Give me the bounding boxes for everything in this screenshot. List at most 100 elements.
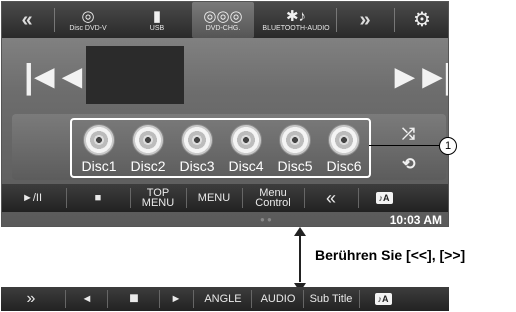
bluetooth-audio-icon: ✱♪: [285, 7, 307, 25]
alternate-control-bar: » ◄ ■ ► ANGLE AUDIO Sub Title ♪A: [1, 287, 449, 311]
arrow-line: [299, 234, 301, 282]
play-button[interactable]: ►: [161, 287, 191, 311]
disc-label: Disc1: [81, 158, 117, 174]
chevron-left-icon: «: [21, 8, 33, 31]
divider: [359, 290, 360, 308]
page-indicator: ● ●: [260, 215, 272, 224]
divider: [65, 290, 66, 308]
skip-previous-button[interactable]: |◄◄: [24, 58, 89, 97]
angle-button[interactable]: ANGLE: [195, 287, 251, 311]
divider: [358, 188, 359, 208]
divider: [242, 188, 243, 208]
music-mode-icon: ♪A: [374, 293, 392, 305]
source-bar: « ◎ Disc DVD-V ▮ USB ◎◎◎ DVD-CHG. ✱♪ BLU…: [2, 2, 448, 38]
chevron-right-icon: »: [359, 8, 371, 31]
source-dvd-changer-button[interactable]: ◎◎◎ DVD-CHG.: [192, 2, 254, 38]
chevron-right-icon: »: [26, 290, 36, 307]
stop-button[interactable]: ■: [109, 287, 159, 311]
source-label: USB: [149, 24, 165, 32]
disc-icon: ◎: [81, 7, 95, 25]
divider: [193, 290, 194, 308]
source-label: BLUETOOTH-AUDIO: [262, 24, 330, 32]
disc-changer-icon: ◎◎◎: [203, 7, 243, 25]
instruction-caption: Berühren Sie [<<], [>>]: [315, 247, 466, 263]
disc-label: Disc6: [326, 158, 362, 174]
head-unit-screen: « ◎ Disc DVD-V ▮ USB ◎◎◎ DVD-CHG. ✱♪ BLU…: [1, 1, 449, 227]
disc-button-2[interactable]: Disc2: [124, 124, 172, 174]
disc-icon: [132, 124, 164, 156]
divider: [130, 188, 131, 208]
previous-icon: ◄: [81, 293, 93, 305]
angle-label: ANGLE: [204, 293, 242, 305]
disc-icon: [328, 124, 360, 156]
disc-icon: [230, 124, 262, 156]
audio-button[interactable]: AUDIO: [253, 287, 303, 311]
setup-button[interactable]: ⚙: [398, 2, 446, 38]
music-mode-icon: ♪A: [375, 192, 393, 204]
divider: [251, 290, 252, 308]
play-pause-icon: ►/II: [21, 192, 43, 204]
album-art: [86, 46, 184, 104]
usb-icon: ▮: [152, 7, 162, 25]
subtitle-label: Sub Title: [309, 293, 353, 305]
audio-label: AUDIO: [260, 293, 296, 305]
next-function-page-button[interactable]: »: [1, 287, 61, 311]
callout-leader-line: [369, 145, 439, 146]
disc-icon: [83, 124, 115, 156]
divider: [107, 290, 108, 308]
repeat-button[interactable]: ⟲: [402, 154, 415, 174]
source-label: DVD-CHG.: [205, 24, 241, 32]
disc-button-3[interactable]: Disc3: [173, 124, 221, 174]
disc-button-1[interactable]: Disc1: [75, 124, 123, 174]
divider: [394, 8, 395, 32]
menu-control-button[interactable]: Menu Control: [244, 184, 302, 212]
skip-previous-icon: |◄◄: [24, 58, 89, 96]
divider: [336, 8, 337, 32]
divider: [186, 188, 187, 208]
menu-button[interactable]: MENU: [188, 184, 240, 212]
play-icon: ►: [170, 293, 182, 305]
divider: [54, 8, 55, 32]
callout-marker: 1: [439, 137, 457, 155]
divider: [304, 188, 305, 208]
source-usb-button[interactable]: ▮ USB: [130, 2, 184, 38]
setup-icon: ⚙: [413, 9, 431, 31]
disc-button-6[interactable]: Disc6: [320, 124, 368, 174]
divider: [303, 290, 304, 308]
shuffle-button[interactable]: ⤮: [402, 126, 415, 144]
top-menu-label: TOP MENU: [141, 187, 175, 209]
subtitle-button[interactable]: Sub Title: [305, 287, 357, 311]
music-mode-button[interactable]: ♪A: [363, 287, 403, 311]
menu-label: MENU: [197, 192, 231, 204]
music-mode-button[interactable]: ♪A: [364, 184, 404, 212]
source-bluetooth-audio-button[interactable]: ✱♪ BLUETOOTH-AUDIO: [258, 2, 334, 38]
divider: [159, 290, 160, 308]
disc-button-4[interactable]: Disc4: [222, 124, 270, 174]
source-label: Disc DVD-V: [69, 24, 107, 32]
control-bar: ►/II ■ TOP MENU MENU Menu Control « ♪A: [2, 184, 448, 212]
skip-next-button[interactable]: ►►|: [388, 58, 448, 97]
disc-button-5[interactable]: Disc5: [271, 124, 319, 174]
previous-button[interactable]: ◄: [67, 287, 107, 311]
menu-control-label: Menu Control: [255, 187, 291, 209]
shuffle-icon: ⤮: [402, 126, 415, 143]
disc-label: Disc3: [179, 158, 215, 174]
skip-next-icon: ►►|: [388, 58, 448, 96]
play-pause-button[interactable]: ►/II: [2, 184, 62, 212]
prev-function-page-button[interactable]: «: [306, 184, 356, 212]
next-source-page-button[interactable]: »: [338, 2, 392, 38]
disc-label: Disc5: [277, 158, 313, 174]
repeat-icon: ⟲: [402, 156, 416, 173]
disc-icon: [279, 124, 311, 156]
divider: [66, 188, 67, 208]
top-menu-button[interactable]: TOP MENU: [132, 184, 184, 212]
source-disc-dvd-button[interactable]: ◎ Disc DVD-V: [58, 2, 118, 38]
prev-source-page-button[interactable]: «: [2, 2, 52, 38]
clock: 10:03 AM: [389, 213, 442, 227]
stop-icon: ■: [94, 192, 102, 204]
stop-button[interactable]: ■: [68, 184, 128, 212]
disc-label: Disc4: [228, 158, 264, 174]
chevron-left-icon: «: [325, 188, 336, 208]
stop-icon: ■: [129, 290, 139, 307]
disc-label: Disc2: [130, 158, 166, 174]
